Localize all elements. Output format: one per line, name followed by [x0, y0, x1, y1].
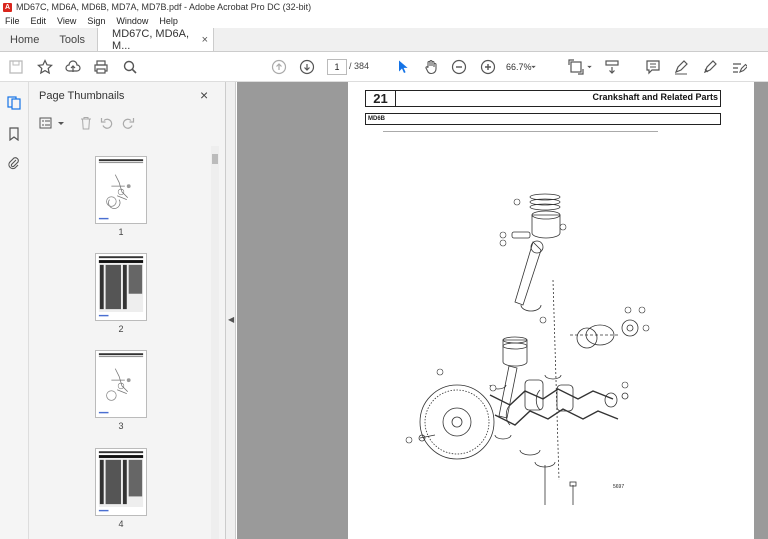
page-thumbnails-panel: Page Thumbnails × 1 2 3 4	[29, 82, 226, 539]
thumbnail-page-4[interactable]	[95, 448, 147, 516]
previous-page-icon[interactable]	[271, 59, 287, 75]
menu-view[interactable]: View	[57, 16, 76, 26]
panel-close-icon[interactable]: ×	[200, 87, 208, 103]
draw-sign-icon[interactable]	[702, 59, 718, 75]
highlight-pen-icon[interactable]	[673, 59, 689, 75]
page-divider	[383, 131, 658, 132]
thumbnail-options-icon[interactable]	[39, 116, 55, 130]
zoom-in-icon[interactable]	[480, 59, 496, 75]
next-page-icon[interactable]	[299, 59, 315, 75]
thumbnail-list: 1 2 3 4	[29, 146, 211, 539]
bookmark-star-icon[interactable]	[37, 59, 53, 75]
fill-sign-icon[interactable]	[731, 59, 747, 75]
thumbnail-page-2[interactable]	[95, 253, 147, 321]
menu-bar: File Edit View Sign Window Help	[0, 14, 768, 28]
thumbnail-label: 1	[118, 227, 124, 237]
thumbnail-label: 4	[118, 519, 124, 529]
tab-bar: Home Tools MD67C, MD6A, M... ×	[0, 28, 768, 52]
scrollbar-thumb[interactable]	[212, 154, 218, 164]
figure-code: 5697	[613, 484, 625, 490]
thumbnail-label: 2	[118, 324, 124, 334]
window-title: MD67C, MD6A, MD6B, MD7A, MD7B.pdf - Adob…	[16, 2, 312, 12]
save-icon[interactable]	[8, 59, 24, 75]
share-upload-icon[interactable]	[65, 59, 81, 75]
panel-toolbar	[37, 114, 217, 134]
tab-document-label: MD67C, MD6A, M...	[112, 27, 190, 52]
navigation-rail	[0, 82, 29, 539]
zoom-out-icon[interactable]	[451, 59, 467, 75]
page-total-count: / 384	[349, 61, 370, 71]
panel-title: Page Thumbnails	[39, 90, 125, 102]
tab-document[interactable]: MD67C, MD6A, M... ×	[97, 27, 215, 52]
search-icon[interactable]	[122, 59, 138, 75]
menu-edit[interactable]: Edit	[31, 16, 47, 26]
collapse-panel-arrow-icon[interactable]: ◀	[228, 315, 234, 324]
print-icon[interactable]	[93, 59, 109, 75]
main-toolbar	[0, 52, 768, 82]
menu-sign[interactable]: Sign	[87, 16, 105, 26]
tab-tools[interactable]: Tools	[49, 28, 95, 51]
attachments-paperclip-icon[interactable]	[7, 156, 21, 170]
menu-window[interactable]: Window	[116, 16, 148, 26]
page-number-input[interactable]: 1	[327, 59, 347, 75]
section-header-box: 21 Crankshaft and Related Parts	[365, 90, 721, 107]
bookmarks-icon[interactable]	[7, 127, 21, 142]
tab-home[interactable]: Home	[0, 28, 49, 51]
menu-help[interactable]: Help	[159, 16, 178, 26]
acrobat-app-icon: A	[3, 2, 12, 12]
thumbnail-page-1[interactable]	[95, 156, 147, 224]
delete-page-icon[interactable]	[79, 116, 93, 130]
hand-tool-icon[interactable]	[423, 59, 439, 75]
menu-file[interactable]: File	[5, 16, 20, 26]
select-cursor-icon[interactable]	[395, 59, 411, 75]
crankshaft-exploded-diagram	[405, 193, 650, 505]
section-number: 21	[366, 91, 396, 106]
page-thumbnails-icon[interactable]	[7, 96, 21, 110]
options-chevron-icon[interactable]	[57, 116, 65, 130]
page-fit-icon[interactable]	[568, 59, 584, 75]
window-titlebar: A MD67C, MD6A, MD6B, MD7A, MD7B.pdf - Ad…	[0, 0, 768, 14]
thumbnail-page-3[interactable]	[95, 350, 147, 418]
page-fit-dropdown-chevron-icon[interactable]	[585, 59, 594, 75]
rotate-right-icon[interactable]	[121, 116, 135, 130]
panel-splitter[interactable]: ◀	[226, 82, 236, 539]
zoom-level-field[interactable]: 66.7%	[506, 59, 546, 75]
model-box: MD6B	[365, 113, 721, 125]
section-title: Crankshaft and Related Parts	[592, 92, 718, 102]
thumbnail-label: 3	[118, 421, 124, 431]
comment-icon[interactable]	[645, 59, 661, 75]
rotate-left-icon[interactable]	[100, 116, 114, 130]
tab-close-icon[interactable]: ×	[202, 34, 208, 46]
scrolling-mode-icon[interactable]	[604, 59, 620, 75]
thumbnail-scrollbar[interactable]	[211, 146, 219, 539]
